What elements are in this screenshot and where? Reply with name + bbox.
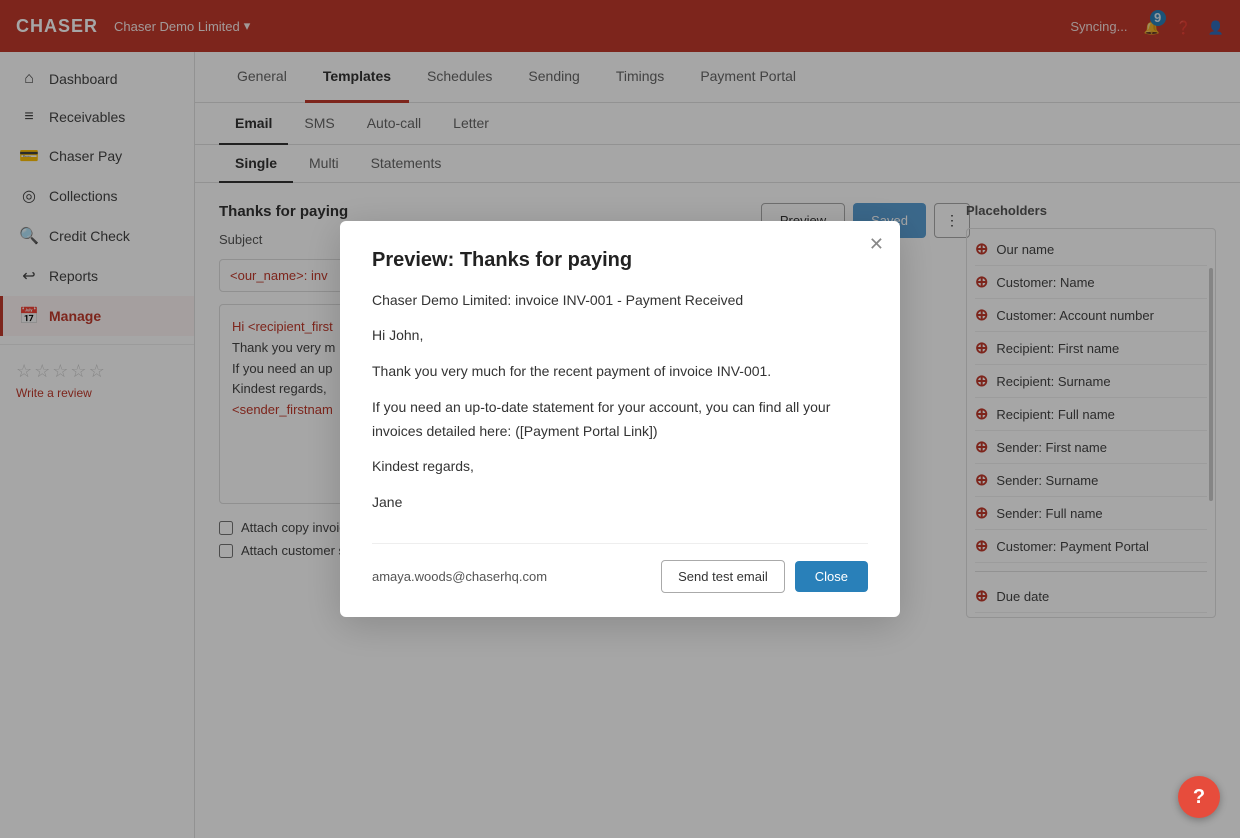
preview-modal: ✕ Preview: Thanks for paying Chaser Demo… <box>340 221 900 617</box>
modal-footer: amaya.woods@chaserhq.com Send test email… <box>372 543 868 593</box>
modal-sender: Jane <box>372 491 868 515</box>
modal-body: Hi John, Thank you very much for the rec… <box>372 324 868 515</box>
modal-email-header: Chaser Demo Limited: invoice INV-001 - P… <box>372 292 868 308</box>
modal-signoff: Kindest regards, <box>372 455 868 479</box>
test-email-address: amaya.woods@chaserhq.com <box>372 569 547 584</box>
modal-close-button[interactable]: ✕ <box>869 235 884 253</box>
modal-close-btn[interactable]: Close <box>795 561 868 592</box>
modal-body-2: If you need an up-to-date statement for … <box>372 396 868 444</box>
modal-greeting: Hi John, <box>372 324 868 348</box>
modal-overlay[interactable]: ✕ Preview: Thanks for paying Chaser Demo… <box>0 0 1240 838</box>
help-button[interactable]: ? <box>1178 776 1220 818</box>
modal-body-1: Thank you very much for the recent payme… <box>372 360 868 384</box>
send-test-email-button[interactable]: Send test email <box>661 560 785 593</box>
modal-title: Preview: Thanks for paying <box>372 249 868 272</box>
